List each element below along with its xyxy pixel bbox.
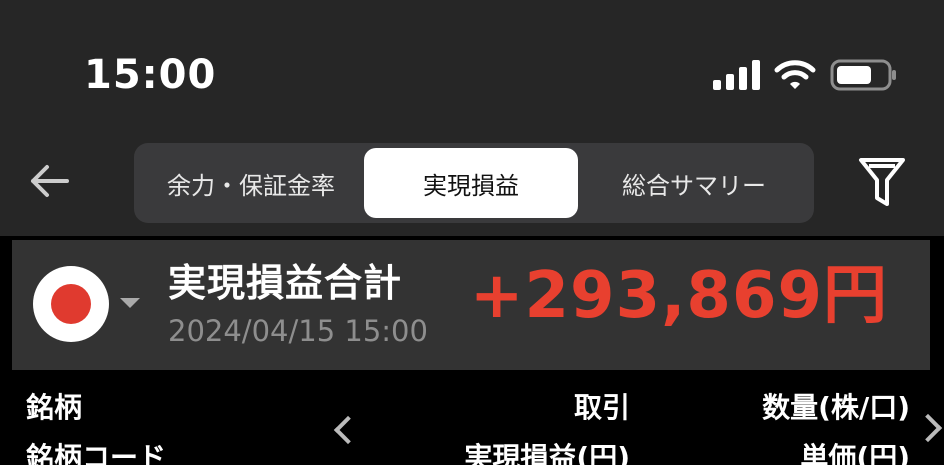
wifi-icon bbox=[774, 59, 816, 91]
header-quantity: 数量(株/口) bbox=[762, 391, 910, 424]
battery-icon bbox=[830, 58, 898, 92]
funnel-filter-icon bbox=[859, 158, 905, 206]
header-trade: 取引 bbox=[573, 391, 630, 424]
arrow-left-icon bbox=[31, 165, 69, 197]
realized-pl-summary-card: 実現損益合計 2024/04/15 15:00 +293,869円 bbox=[12, 240, 930, 370]
tab-margin-ratio[interactable]: 余力・保証金率 bbox=[138, 148, 364, 218]
summary-datetime: 2024/04/15 15:00 bbox=[168, 314, 428, 348]
header-unit-price: 単価(円) bbox=[800, 441, 910, 465]
summary-title: 実現損益合計 bbox=[168, 261, 403, 305]
status-time: 15:00 bbox=[84, 52, 217, 98]
header-realized-pl: 実現損益(円) bbox=[464, 441, 630, 465]
japan-flag-icon[interactable] bbox=[33, 266, 109, 342]
back-button[interactable] bbox=[26, 158, 72, 204]
flag-red-disc bbox=[51, 284, 91, 324]
filter-button[interactable] bbox=[854, 154, 910, 210]
status-icons bbox=[713, 58, 898, 92]
summary-amount: +293,869円 bbox=[469, 259, 888, 333]
tab-realized-pl[interactable]: 実現損益 bbox=[364, 148, 578, 218]
segmented-tabs: 余力・保証金率 実現損益 総合サマリー bbox=[134, 143, 814, 223]
chevron-left-icon[interactable] bbox=[333, 415, 363, 445]
header-stock-name: 銘柄 bbox=[26, 391, 83, 424]
cellular-signal-icon bbox=[713, 60, 760, 90]
header-stock-code: 銘柄コード bbox=[26, 441, 167, 465]
chevron-right-icon[interactable] bbox=[913, 413, 943, 443]
tab-total-summary[interactable]: 総合サマリー bbox=[578, 148, 810, 218]
chevron-down-icon[interactable] bbox=[120, 298, 140, 308]
